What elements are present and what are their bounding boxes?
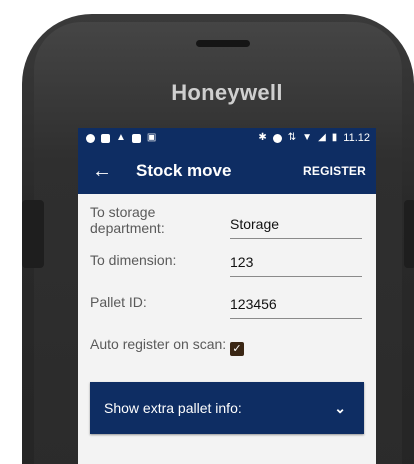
back-arrow-icon[interactable]: ←: [92, 161, 132, 181]
image-icon: [101, 133, 110, 143]
android-icon: ▲: [116, 132, 126, 143]
data-arrows-icon: ⇅: [287, 132, 297, 143]
dimension-row: To dimension: 123: [90, 252, 362, 294]
stock-move-form: To storage department: Storage To dimens…: [78, 194, 376, 376]
battery-icon: ▮: [331, 132, 338, 143]
storage-field[interactable]: Storage: [230, 216, 362, 239]
storage-label: To storage department:: [90, 204, 165, 236]
status-time: 11.12: [343, 132, 370, 144]
status-notifications: ▲ ▣: [86, 133, 156, 143]
auto-register-row: Auto register on scan: ✓: [90, 336, 362, 376]
expander-label: Show extra pallet info:: [104, 400, 242, 416]
pallet-row: Pallet ID: 123456: [90, 294, 362, 336]
circle-icon: [86, 133, 95, 143]
square-icon: [131, 133, 141, 143]
pallet-id-field[interactable]: 123456: [230, 296, 362, 319]
status-system: ✱ ⇅ ▼ ◢ ▮ 11.12: [258, 132, 370, 144]
dimension-label: To dimension:: [90, 252, 177, 268]
wifi-icon: ▼: [302, 132, 313, 143]
side-scan-button-left[interactable]: [22, 200, 44, 268]
status-bar: ▲ ▣ ✱ ⇅ ▼ ◢ ▮ 11.12: [78, 128, 376, 148]
bluetooth-icon: ✱: [258, 132, 267, 143]
storage-row: To storage department: Storage: [90, 204, 362, 252]
do-not-disturb-icon: [272, 133, 282, 143]
pallet-id-label: Pallet ID:: [90, 294, 147, 310]
no-signal-icon: ◢: [318, 132, 326, 143]
app-bar: ← Stock move REGISTER: [78, 148, 376, 194]
auto-register-checkbox[interactable]: ✓: [230, 342, 244, 356]
robot-icon: ▣: [146, 132, 157, 143]
register-button[interactable]: REGISTER: [303, 164, 366, 178]
side-scan-button-right[interactable]: [404, 200, 414, 268]
extra-pallet-info-expander[interactable]: Show extra pallet info: ⌄: [90, 382, 364, 434]
page-title: Stock move: [136, 161, 232, 180]
auto-register-label: Auto register on scan:: [90, 336, 227, 352]
dimension-field[interactable]: 123: [230, 254, 362, 277]
chevron-down-icon: ⌄: [334, 399, 346, 416]
brand-logo: Honeywell: [171, 80, 283, 105]
speaker-grille: [196, 40, 250, 47]
device-screen: ▲ ▣ ✱ ⇅ ▼ ◢ ▮ 11.12 ← Stock move REGISTE…: [78, 128, 376, 464]
